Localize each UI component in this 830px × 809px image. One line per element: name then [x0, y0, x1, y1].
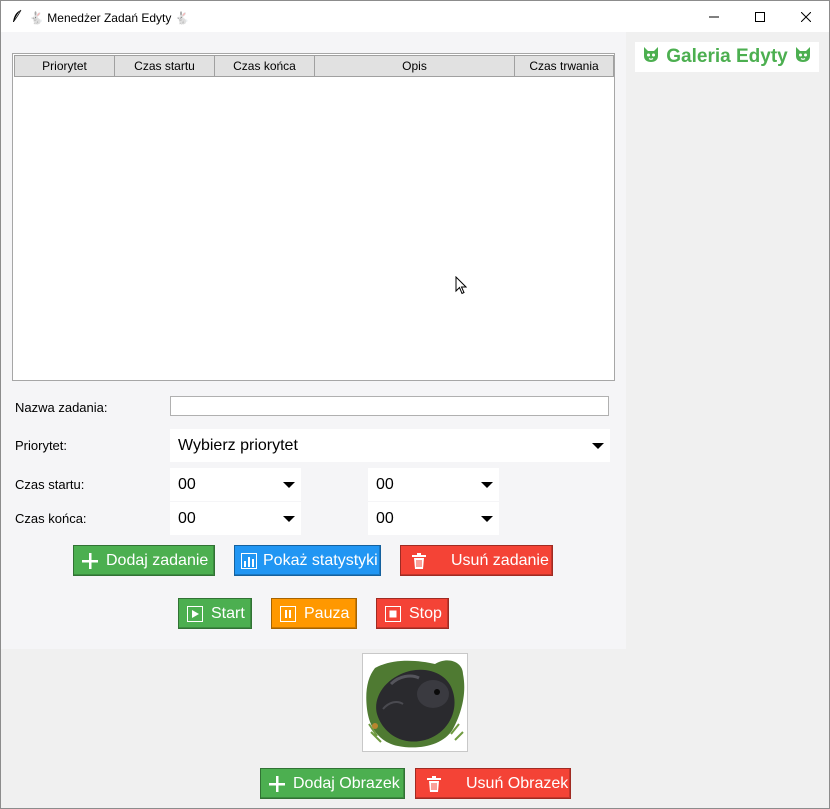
chevron-down-icon	[481, 481, 493, 488]
priority-label: Priorytet:	[15, 438, 68, 453]
trash-icon	[416, 775, 452, 792]
start-minute-select[interactable]: 00	[368, 468, 499, 501]
end-time-label: Czas końca:	[15, 511, 87, 526]
mouse-cursor-icon	[455, 275, 468, 298]
stop-label: Stop	[409, 604, 442, 622]
column-header-description[interactable]: Opis	[314, 55, 515, 77]
plus-icon	[261, 775, 293, 792]
priority-select-value: Wybierz priorytet	[178, 436, 298, 454]
end-minute-value: 00	[376, 509, 394, 527]
end-hour-select[interactable]: 00	[170, 502, 301, 535]
task-table[interactable]: Priorytet Czas startu Czas końca Opis Cz…	[12, 53, 615, 381]
table-header: Priorytet Czas startu Czas końca Opis Cz…	[14, 55, 614, 77]
window-title: 🐇 Menedżer Zadań Edyty 🐇	[29, 10, 190, 25]
gallery-panel: Galeria Edyty	[626, 32, 829, 649]
pause-button[interactable]: Pauza	[271, 598, 357, 629]
app-window: 🐇 Menedżer Zadań Edyty 🐇 Priorytet Czas …	[0, 0, 830, 809]
chevron-down-icon	[592, 442, 604, 449]
maximize-button[interactable]	[737, 1, 783, 32]
start-time-label: Czas startu:	[15, 477, 85, 492]
gallery-title-text: Galeria Edyty	[666, 46, 788, 67]
column-header-end[interactable]: Czas końca	[214, 55, 315, 77]
play-icon	[179, 605, 211, 622]
add-task-button[interactable]: Dodaj zadanie	[73, 545, 215, 576]
end-hour-value: 00	[178, 509, 196, 527]
task-panel: Priorytet Czas startu Czas końca Opis Cz…	[1, 32, 626, 649]
add-task-label: Dodaj zadanie	[106, 551, 209, 569]
show-stats-button[interactable]: Pokaż statystyki	[234, 545, 381, 576]
rabbit-photo	[366, 660, 465, 748]
chevron-down-icon	[283, 481, 295, 488]
priority-select[interactable]: Wybierz priorytet	[170, 429, 610, 462]
maximize-icon	[755, 11, 765, 22]
start-label: Start	[211, 604, 245, 622]
start-button[interactable]: Start	[178, 598, 252, 629]
task-name-input[interactable]	[170, 396, 609, 416]
close-icon	[801, 11, 811, 22]
feather-icon	[11, 9, 23, 26]
cat-face-icon	[642, 45, 660, 69]
start-hour-select[interactable]: 00	[170, 468, 301, 501]
start-hour-value: 00	[178, 475, 196, 493]
stop-icon	[377, 605, 409, 622]
end-minute-select[interactable]: 00	[368, 502, 499, 535]
trash-icon	[401, 552, 437, 569]
delete-task-label: Usuń zadanie	[451, 551, 549, 569]
stop-button[interactable]: Stop	[376, 598, 449, 629]
column-header-start[interactable]: Czas startu	[114, 55, 215, 77]
delete-image-button[interactable]: Usuń Obrazek	[415, 768, 571, 799]
add-image-label: Dodaj Obrazek	[293, 774, 400, 792]
delete-image-label: Usuń Obrazek	[466, 774, 569, 792]
pause-icon	[272, 605, 304, 622]
gallery-image-thumbnail[interactable]	[362, 653, 468, 752]
cat-face-icon	[794, 45, 812, 69]
chevron-down-icon	[283, 515, 295, 522]
add-image-button[interactable]: Dodaj Obrazek	[260, 768, 405, 799]
delete-task-button[interactable]: Usuń zadanie	[400, 545, 553, 576]
minimize-button[interactable]	[691, 1, 737, 32]
pause-label: Pauza	[304, 604, 350, 622]
gallery-title: Galeria Edyty	[635, 42, 819, 72]
chevron-down-icon	[481, 515, 493, 522]
start-minute-value: 00	[376, 475, 394, 493]
close-button[interactable]	[783, 1, 829, 32]
task-name-label: Nazwa zadania:	[15, 400, 108, 415]
column-header-duration[interactable]: Czas trwania	[514, 55, 614, 77]
minimize-icon	[709, 16, 719, 17]
bar-chart-icon	[235, 552, 263, 569]
plus-icon	[74, 552, 106, 569]
title-bar: 🐇 Menedżer Zadań Edyty 🐇	[1, 1, 829, 32]
show-stats-label: Pokaż statystyki	[263, 551, 378, 569]
column-header-priority[interactable]: Priorytet	[14, 55, 115, 77]
